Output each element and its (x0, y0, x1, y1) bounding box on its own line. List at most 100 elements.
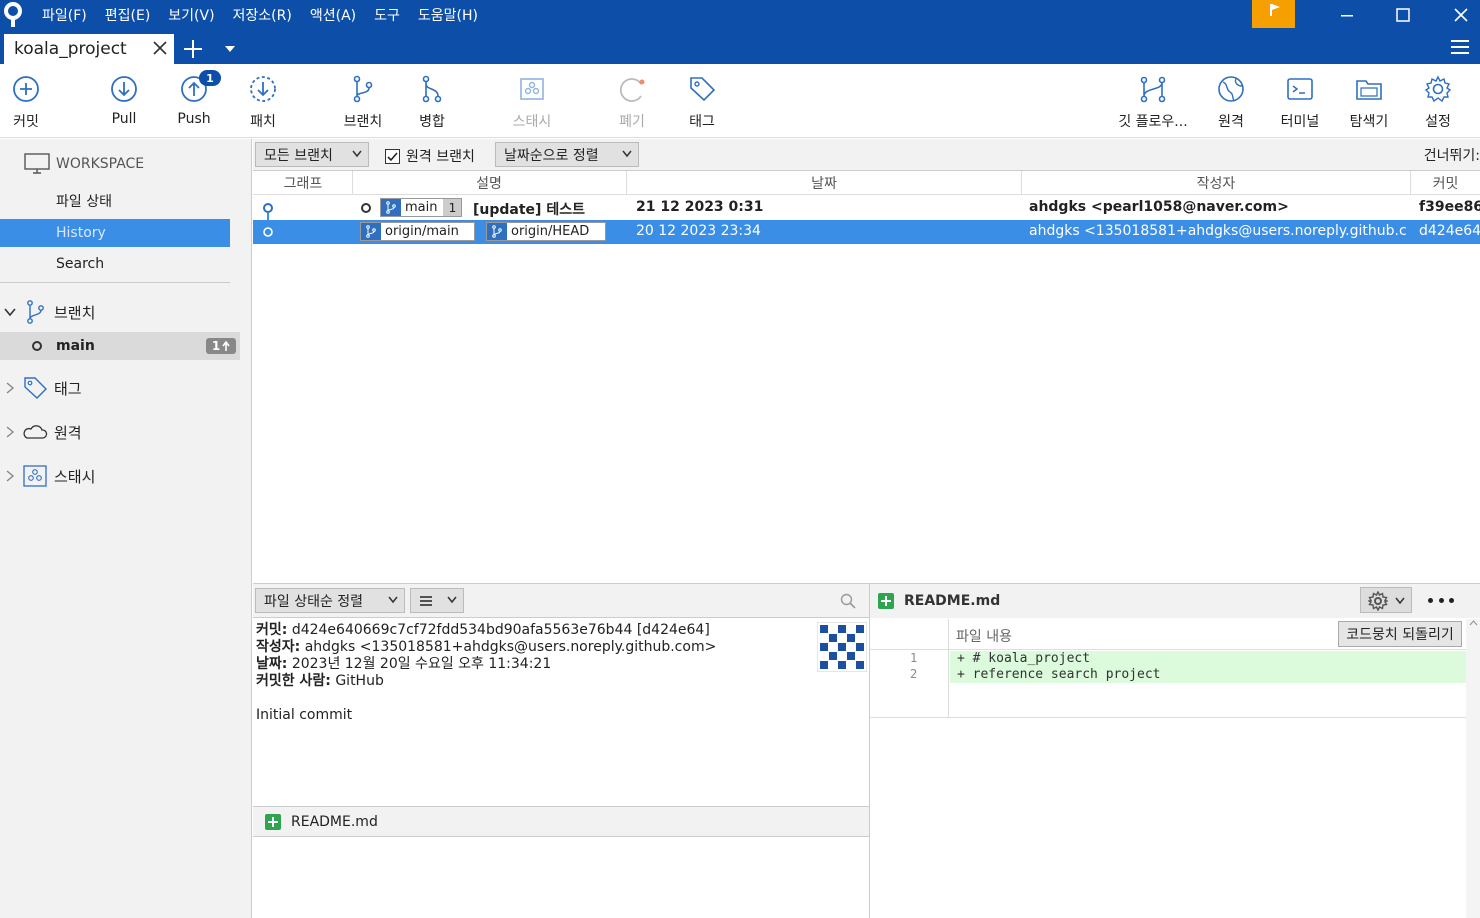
remote-button[interactable]: 원격 (1211, 64, 1251, 138)
main-toolbar: 커밋 Pull 1 Push 패치 브랜치 병합 스태시 폐기 태그 깃 플로우… (0, 64, 1480, 138)
remote-ref-label: origin/main (360, 222, 475, 241)
branch-button[interactable]: 브랜치 (338, 64, 388, 138)
close-tab-icon[interactable] (152, 40, 168, 56)
sidebar-item-file-status[interactable]: 파일 상태 (0, 187, 230, 215)
repo-tab[interactable]: koala_project (4, 34, 174, 64)
menu-tools[interactable]: 도구 (374, 5, 400, 25)
history-filter-bar: 모든 브랜치 원격 브랜치 날짜순으로 정렬 건너뛰기: (253, 139, 1480, 171)
commit-row[interactable]: main 1 [update] 테스트 21 12 2023 0:31 ahdg… (253, 196, 1480, 220)
line-number: 1 (910, 651, 918, 665)
explorer-button[interactable]: 탐색기 (1345, 64, 1393, 138)
detail-commit-value[interactable]: d424e640669c7cf72fdd534bd90afa5563e76b44… (292, 622, 710, 638)
revert-hunk-button[interactable]: 코드뭉치 되돌리기 (1338, 621, 1462, 647)
hunk-title: 파일 내용 (956, 629, 1012, 645)
sidebar-item-history[interactable]: History (0, 219, 230, 247)
vertical-scrollbar[interactable] (1466, 619, 1480, 918)
dot-icon (1438, 597, 1444, 603)
menu-file[interactable]: 파일(F) (42, 5, 87, 25)
checkbox-box[interactable] (385, 148, 400, 164)
pull-arrow-down-icon (111, 76, 137, 102)
hamburger-menu-icon[interactable] (1450, 38, 1470, 56)
discard-button[interactable]: 폐기 (612, 64, 652, 138)
sidebar-group-branches[interactable]: 브랜치 (4, 299, 95, 325)
workspace-label: WORKSPACE (56, 156, 145, 172)
commit-row-selected[interactable]: origin/main origin/HEAD 20 12 2023 23:34… (253, 220, 1480, 244)
detail-label: 커밋: (256, 622, 288, 638)
gitflow-button[interactable]: 깃 플로우... (1112, 64, 1194, 138)
chevron-down-icon[interactable] (224, 44, 236, 54)
discard-label: 폐기 (619, 114, 645, 130)
column-header-graph[interactable]: 그래프 (279, 173, 327, 193)
branch-icon (353, 75, 373, 103)
remote-label: 원격 (1218, 114, 1244, 130)
sort-order-dropdown[interactable]: 날짜순으로 정렬 (495, 142, 639, 167)
file-sort-dropdown[interactable]: 파일 상태순 정렬 (255, 588, 405, 613)
pull-button[interactable]: Pull (104, 64, 144, 138)
close-window-button[interactable] (1432, 0, 1480, 30)
detail-commit-line: 커밋: d424e640669c7cf72fdd534bd90afa5563e7… (256, 622, 816, 639)
terminal-button[interactable]: 터미널 (1276, 64, 1324, 138)
sidebar-item-search[interactable]: Search (0, 250, 230, 278)
column-header-description[interactable]: 설명 (353, 173, 625, 193)
workspace-header: WORKSPACE (24, 153, 144, 175)
tag-button[interactable]: 태그 (682, 64, 722, 138)
stash-label: 스태시 (512, 114, 552, 130)
minimize-button[interactable] (1318, 0, 1376, 30)
changed-file-row[interactable]: README.md (253, 806, 869, 837)
tags-label: 태그 (54, 379, 82, 398)
sidebar-group-stashes[interactable]: 스태시 (4, 463, 95, 489)
menu-actions[interactable]: 액션(A) (310, 5, 356, 25)
notification-flag-button[interactable] (1252, 0, 1295, 28)
menu-view[interactable]: 보기(V) (168, 5, 214, 25)
plus-icon[interactable] (182, 38, 204, 60)
dot-icon (1428, 597, 1433, 603)
search-icon[interactable] (840, 593, 856, 609)
scroll-up-icon[interactable] (1469, 619, 1478, 627)
list-icon (420, 595, 432, 606)
diff-options-dropdown[interactable] (1360, 587, 1412, 613)
view-mode-dropdown[interactable] (410, 588, 464, 613)
maximize-button[interactable] (1374, 0, 1432, 30)
globe-icon (1218, 76, 1244, 102)
folder-icon (1356, 80, 1382, 100)
remote-ref-name: origin/main (385, 224, 459, 239)
commit-plus-icon (13, 76, 39, 102)
stash-button[interactable]: 스태시 (505, 64, 559, 138)
detail-author-line: 작성자: ahdgks <135018581+ahdgks@users.nore… (256, 639, 816, 656)
hunk-divider (870, 717, 1466, 718)
minimize-icon (1341, 15, 1353, 17)
remote-head-ref-label: origin/HEAD (486, 222, 606, 241)
sidebar-group-remotes[interactable]: 원격 (4, 419, 82, 445)
menu-repository[interactable]: 저장소(R) (233, 5, 292, 25)
branch-icon (27, 300, 44, 324)
fetch-button[interactable]: 패치 (243, 64, 283, 138)
column-header-commit[interactable]: 커밋 (1411, 173, 1480, 193)
more-options-button[interactable] (1428, 592, 1454, 608)
push-button[interactable]: 1 Push (174, 64, 221, 138)
commit-message: [update] 테스트 (473, 202, 585, 218)
settings-button[interactable]: 설정 (1418, 64, 1458, 138)
branch-filter-dropdown[interactable]: 모든 브랜치 (255, 142, 369, 167)
chevron-down-icon (388, 596, 398, 604)
avatar (817, 622, 867, 672)
branch-item-main[interactable]: main 1 (0, 332, 240, 360)
sourcetree-logo-icon (4, 2, 22, 27)
merge-button[interactable]: 병합 (412, 64, 452, 138)
column-header-date[interactable]: 날짜 (627, 173, 1021, 193)
push-label: Push (177, 111, 211, 127)
branch-icon (492, 225, 502, 238)
diff-code: + reference search project (950, 667, 1466, 683)
sidebar-group-tags[interactable]: 태그 (4, 375, 82, 401)
menu-help[interactable]: 도움말(H) (418, 5, 478, 25)
diff-line-added: 1 + # koala_project (870, 651, 1466, 667)
diff-file-name: README.md (904, 593, 1001, 609)
column-header-author[interactable]: 작성자 (1022, 173, 1410, 193)
commit-table-header: 그래프 설명 날짜 작성자 커밋 (253, 171, 1480, 195)
commit-button[interactable]: 커밋 (6, 64, 46, 138)
commit-hash: d424e64 (1419, 223, 1480, 239)
remote-branches-checkbox[interactable]: 원격 브랜치 (385, 146, 475, 166)
detail-committer-line: 커밋한 사람: GitHub (256, 673, 816, 690)
branch-ref-label: main 1 (380, 198, 463, 217)
menu-edit[interactable]: 편집(E) (105, 5, 151, 25)
gear-icon (1368, 591, 1388, 611)
